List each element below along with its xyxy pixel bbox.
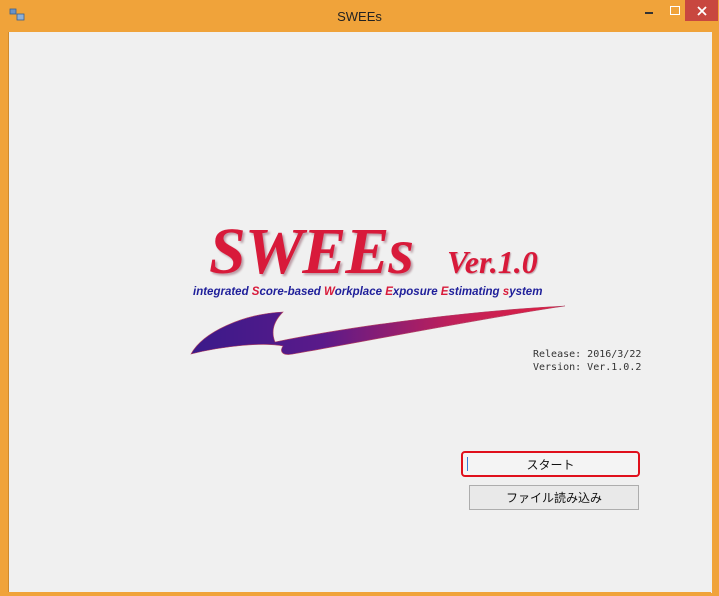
minimize-icon bbox=[645, 12, 653, 14]
window-bottom-edge bbox=[8, 592, 711, 596]
version-text: Version: Ver.1.0.2 bbox=[533, 362, 642, 373]
load-file-button[interactable]: ファイル読み込み bbox=[469, 485, 639, 510]
close-button[interactable] bbox=[685, 0, 718, 21]
release-date: Release: 2016/3/22 bbox=[533, 349, 642, 360]
logo-subtitle-part: xposure bbox=[392, 286, 441, 298]
logo-subtitle-part: E bbox=[385, 286, 393, 298]
app-window: SWEEs SWEEs Ver.1.0 integrated Score-bas… bbox=[0, 0, 719, 596]
swees-logo: SWEEs Ver.1.0 integrated Score-based Wor… bbox=[183, 182, 583, 382]
minimize-button[interactable] bbox=[636, 0, 662, 22]
logo-subtitle: integrated Score-based Workplace Exposur… bbox=[193, 286, 542, 298]
swoosh-graphic bbox=[190, 305, 566, 355]
logo-title: SWEEs bbox=[209, 215, 414, 288]
logo-subtitle-part: orkplace bbox=[334, 286, 386, 298]
start-button[interactable]: スタート bbox=[461, 451, 640, 477]
logo-version-mark: Ver.1.0 bbox=[447, 244, 538, 280]
title-bar[interactable]: SWEEs bbox=[0, 0, 719, 32]
logo-subtitle-part: ystem bbox=[509, 286, 543, 298]
logo-subtitle-part: integrated bbox=[193, 286, 252, 298]
maximize-icon bbox=[670, 6, 680, 15]
close-icon bbox=[696, 5, 707, 16]
logo-subtitle-part: stimating bbox=[448, 286, 503, 298]
logo-subtitle-part: core-based bbox=[259, 286, 325, 298]
logo-subtitle-part: W bbox=[324, 286, 335, 298]
release-info: Release: 2016/3/22 Version: Ver.1.0.2 bbox=[533, 348, 641, 374]
window-title: SWEEs bbox=[337, 9, 382, 24]
